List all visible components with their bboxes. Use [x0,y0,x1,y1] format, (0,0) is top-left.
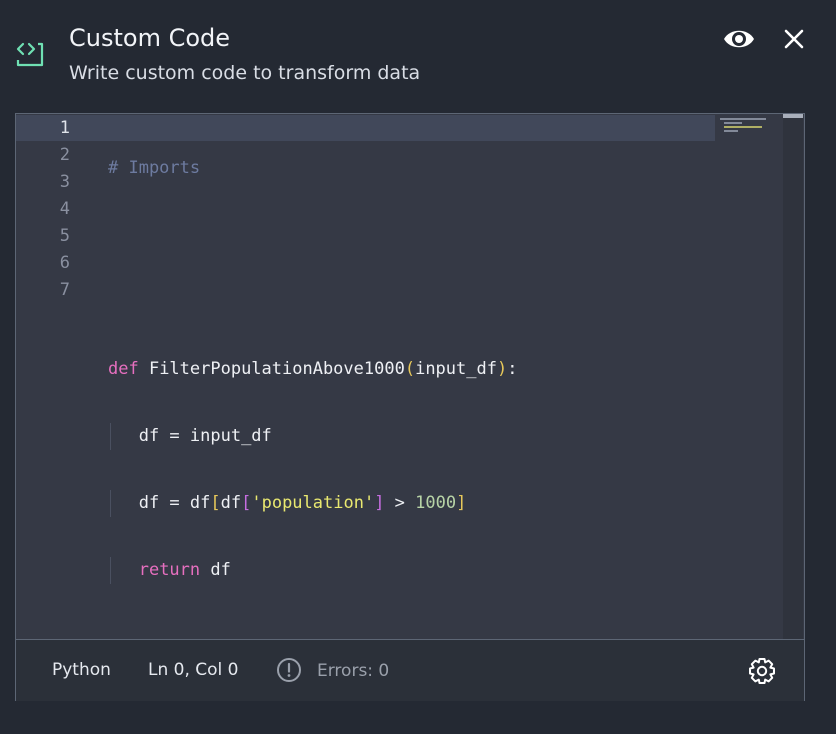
minimap-line [724,126,762,128]
line-number: 4 [59,199,70,219]
line-number: 3 [59,172,70,192]
code-area[interactable]: 1 2 3 4 5 6 7 # Imports def FilterPopula… [16,114,804,639]
minimap-line [724,122,742,124]
code-editor[interactable]: 1 2 3 4 5 6 7 # Imports def FilterPopula… [15,113,805,701]
code-bracket: ] [456,493,467,513]
scrollbar-thumb[interactable] [783,114,803,118]
line-number-gutter: 1 2 3 4 5 6 7 [16,115,86,304]
indent-guide [110,557,111,584]
code-identifier: df [220,493,242,513]
code-bracket: [ [241,493,252,513]
cursor-position: Ln 0, Col 0 [148,660,239,680]
code-brackets-icon [16,42,44,67]
indent-guide [110,423,111,450]
line-number: 6 [59,253,70,273]
minimap-line [724,130,738,132]
line-number: 2 [59,145,70,165]
eye-icon [724,30,754,48]
code-line-6: df = df[df['population'] > 1000] [108,490,517,517]
error-count[interactable]: Errors: 0 [317,661,389,681]
code-line-5: df = input_df [108,423,517,450]
editor-status-bar: Python Ln 0, Col 0 Errors: 0 [16,639,804,701]
code-paren: ) [496,359,508,379]
close-icon [784,29,804,49]
page-subtitle: Write custom code to transform data [69,62,421,84]
code-function-name: FilterPopulationAbove1000 [138,359,405,379]
close-button[interactable] [778,23,810,55]
gear-icon [749,658,775,684]
code-paren: ( [404,359,416,379]
code-bracket: ] [374,493,385,513]
minimap-line [720,118,766,120]
code-colon: : [507,359,518,379]
code-bracket: [ [210,493,221,513]
code-operator: > [384,493,416,513]
alert-circle-icon [277,658,301,682]
code-line-7: return df [108,557,517,584]
code-identifier: df [200,560,231,580]
vertical-scrollbar[interactable] [783,114,803,639]
code-minimap[interactable] [720,118,784,148]
line-number: 1 [59,118,70,138]
code-keyword: def [108,359,139,379]
preview-button[interactable] [722,22,756,56]
code-argument: input_df [415,359,497,379]
code-statement: df = input_df [138,426,272,446]
dialog-header: Custom Code Write custom code to transfo… [0,0,836,110]
code-string: 'population' [251,493,375,513]
page-title: Custom Code [69,24,231,52]
line-number: 5 [59,226,70,246]
line-number: 7 [59,280,70,300]
code-number: 1000 [415,493,457,513]
code-comment: # Imports [108,158,201,178]
code-text[interactable]: # Imports def FilterPopulationAbove1000(… [108,115,517,624]
code-line-4: def FilterPopulationAbove1000(input_df): [108,356,517,383]
code-line-1: # Imports [108,155,517,182]
code-keyword: return [138,560,201,580]
code-statement: df = df [138,493,211,513]
language-indicator[interactable]: Python [52,660,111,680]
settings-button[interactable] [747,656,777,686]
indent-guide [110,490,111,517]
